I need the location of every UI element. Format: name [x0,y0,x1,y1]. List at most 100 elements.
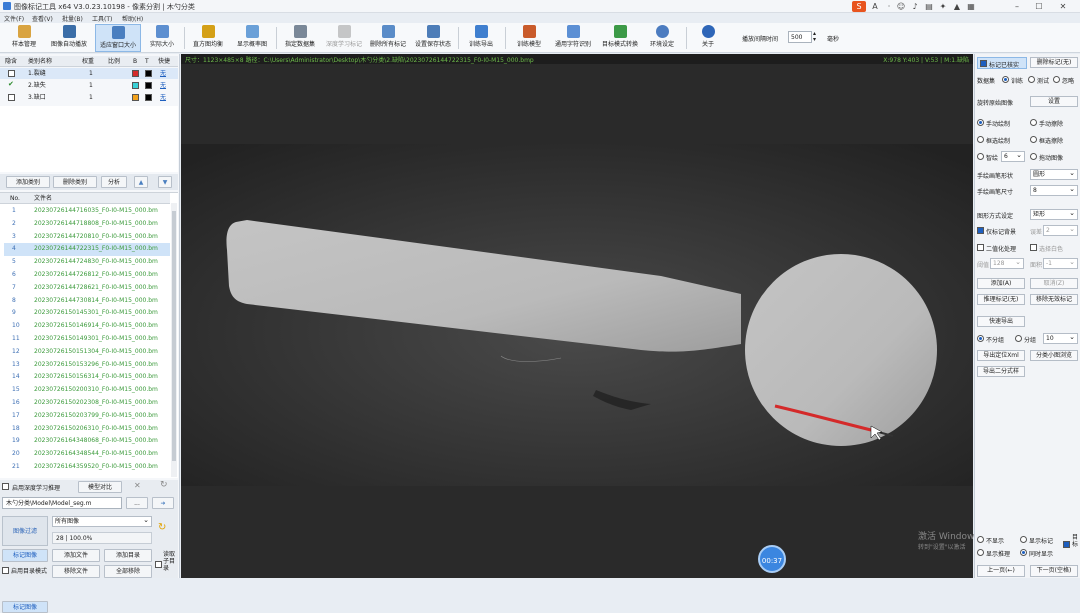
file-row[interactable]: 15 20230726150200310_F0-I0-M15_000.bm [4,384,170,397]
export-binary-button[interactable]: 导出二分式样 [977,366,1025,377]
sample-manage-button[interactable]: 样本管理 [4,24,44,52]
menu-help[interactable]: 帮助(H) [122,14,143,23]
file-row[interactable]: 8 20230726144730814_F0-I0-M15_000.bm [4,295,170,308]
quick-export-button[interactable]: 快速导出 [977,316,1025,327]
maximize-button[interactable]: ☐ [1032,1,1046,12]
settings-button[interactable]: 设置 [1030,96,1078,107]
mic-icon[interactable]: ♪ [908,1,922,12]
smile-icon[interactable]: ☺ [894,1,908,12]
close-button[interactable]: ✕ [1056,1,1070,12]
group-value[interactable]: 10 [1043,332,1078,344]
box-draw-radio[interactable] [977,136,984,143]
close-icon[interactable]: ✕ [134,481,141,490]
timer-button[interactable]: 00:37 [758,545,786,573]
delete-category-button[interactable]: 删除类别 [53,176,97,188]
box-erase-radio[interactable] [1030,136,1037,143]
infer-mark-button[interactable]: 推理标记(无) [977,294,1025,305]
file-row[interactable]: 7 20230726144728621_F0-I0-M15_000.bm [4,282,170,295]
border-swatch[interactable] [145,94,152,101]
histogram-eq-button[interactable]: 直方图均衡 [187,24,229,52]
binarize-checkbox[interactable] [977,244,984,251]
dataset-button[interactable]: 指定数据集 [279,24,321,52]
file-row[interactable]: 17 20230726150203799_F0-I0-M15_000.bm [4,410,170,423]
file-row[interactable]: 12 20230726150151304_F0-I0-M15_000.bm [4,346,170,359]
prev-page-button[interactable]: 上一页(←) [977,565,1025,577]
no-group-radio[interactable] [977,335,984,342]
menu-batch[interactable]: 批量(B) [62,14,83,23]
mark-verified-toggle[interactable]: 标记已核实 [977,57,1027,69]
delete-mark-button[interactable]: 删除标记(无) [1030,57,1078,68]
tolerance-value[interactable]: 2 [1043,224,1078,236]
target-convert-button[interactable]: 目标模式转换 [597,24,643,52]
file-row[interactable]: 10 20230726150146914_F0-I0-M15_000.bm [4,320,170,333]
smart-radio[interactable] [977,153,984,160]
drag-image-radio[interactable] [1030,153,1037,160]
pick-white-checkbox[interactable] [1030,244,1037,251]
file-row[interactable]: 16 20230726150202308_F0-I0-M15_000.bm [4,397,170,410]
file-row[interactable]: 4 20230726144722315_F0-I0-M15_000.bm [4,243,170,257]
file-row[interactable]: 3 20230726144720810_F0-I0-M15_000.bm [4,231,170,244]
show-infer-radio[interactable] [977,549,984,556]
manual-draw-radio[interactable] [977,119,984,126]
image-canvas[interactable] [181,54,973,578]
file-row[interactable]: 21 20230726164359520_F0-I0-M15_000.bm [4,461,170,474]
remove-invalid-button[interactable]: 移除无效标记 [1030,294,1078,305]
menu-tools[interactable]: 工具(T) [92,14,112,23]
test-radio[interactable] [1028,76,1035,83]
show-both-radio[interactable] [1020,549,1027,556]
move-down-icon[interactable]: ▼ [158,176,172,188]
next-page-button[interactable]: 下一页(空格) [1030,565,1078,577]
keyboard-icon[interactable]: ▤ [922,1,936,12]
mark-verified-checkbox[interactable] [980,60,987,67]
category-shortcut[interactable]: 无 [160,92,166,103]
env-settings-button[interactable]: 环境设定 [644,24,680,52]
refresh-icon[interactable]: ↻ [160,480,168,490]
add-category-button[interactable]: 添加类别 [6,176,50,188]
interval-input[interactable]: 500 [788,31,812,43]
dir-mode-checkbox[interactable] [2,567,9,574]
file-row[interactable]: 2 20230726144718808_F0-I0-M15_000.bm [4,218,170,231]
save-state-button[interactable]: 设置保存状态 [411,24,455,52]
category-shortcut[interactable]: 无 [160,80,166,91]
mark-image-button[interactable]: 标记图像 [2,549,48,562]
file-row[interactable]: 14 20230726150156314_F0-I0-M15_000.bm [4,371,170,384]
threshold-value[interactable]: 128 [990,257,1024,269]
about-button[interactable]: 关于 [694,24,722,52]
filter-select[interactable]: 所有图像 [52,515,152,527]
train-export-button[interactable]: 训练导出 [462,24,500,52]
area-value[interactable]: -1 [1043,257,1078,269]
border-swatch[interactable] [145,82,152,89]
mark-image-button[interactable]: 标记图像 [2,601,48,613]
shirt-icon[interactable]: ▲ [950,1,964,12]
file-list-scrollbar[interactable] [171,203,177,477]
add-button[interactable]: 添加(A) [977,278,1025,289]
color-swatch[interactable] [132,70,139,77]
arrow-right-icon[interactable]: ➜ [152,497,174,509]
interval-spinner-icon[interactable]: ▴ ▾ [813,31,816,43]
show-mark-radio[interactable] [1020,536,1027,543]
image-view[interactable] [181,54,973,578]
scrollbar-thumb[interactable] [172,211,176,461]
remove-all-button[interactable]: 全部移除 [104,565,152,578]
minimize-button[interactable]: – [1010,1,1024,12]
autoplay-button[interactable]: 图像自动播放 [46,24,92,52]
grid-icon[interactable]: ▦ [964,1,978,12]
add-dir-button[interactable]: 添加目录 [104,549,152,562]
train-model-button[interactable]: 训练模型 [509,24,549,52]
file-row[interactable]: 9 20230726150145301_F0-I0-M15_000.bm [4,307,170,320]
category-row[interactable]: 3.缺口 1 无 [0,92,178,103]
fit-window-button[interactable]: 适应窗口大小 [95,24,141,52]
font-icon[interactable]: A [868,1,882,12]
hide-checkbox[interactable] [8,70,15,77]
file-row[interactable]: 19 20230726164348068_F0-I0-M15_000.bm [4,435,170,448]
delete-all-marks-button[interactable]: 删除所有标记 [366,24,410,52]
color-swatch[interactable] [132,82,139,89]
border-swatch[interactable] [145,70,152,77]
read-subdir-checkbox[interactable] [155,561,162,568]
only-bg-checkbox[interactable] [977,227,984,234]
ocr-button[interactable]: 通用字符识别 [550,24,596,52]
brush-shape-select[interactable]: 圆形 [1030,168,1078,180]
train-radio[interactable] [1002,76,1009,83]
group-radio[interactable] [1015,335,1022,342]
hide-radio[interactable] [977,536,984,543]
